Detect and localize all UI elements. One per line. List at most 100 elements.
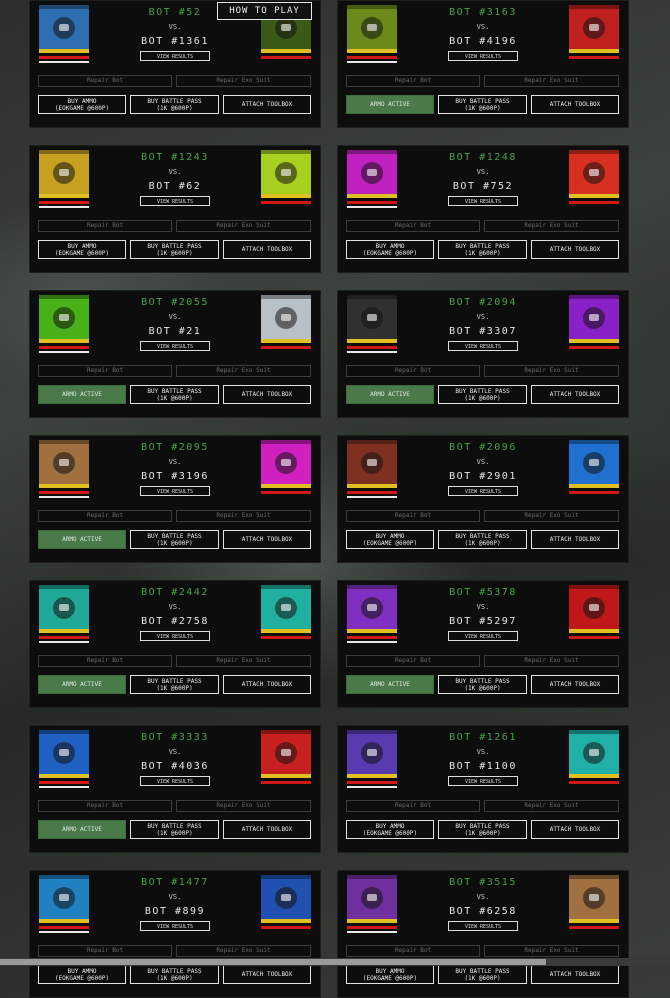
buy-ammo-button[interactable]: BUY AMMO (EOKGAME @600P) — [346, 530, 434, 549]
horizontal-scrollbar[interactable] — [0, 958, 670, 966]
player-bot-thumbnail[interactable] — [39, 730, 89, 778]
how-to-play-button[interactable]: HOW TO PLAY — [217, 2, 312, 20]
opponent-bot-thumbnail[interactable] — [569, 5, 619, 53]
armo-active-button[interactable]: ARMO ACTIVE — [38, 675, 126, 694]
buy-battle-pass-button[interactable]: BUY BATTLE PASS (1K @600P) — [438, 530, 527, 549]
attach-toolbox-button[interactable]: ATTACH TOOLBOX — [223, 820, 311, 839]
buy-battle-pass-button[interactable]: BUY BATTLE PASS (1K @600P) — [130, 95, 219, 114]
attach-toolbox-button[interactable]: ATTACH TOOLBOX — [531, 820, 619, 839]
player-bot-thumbnail[interactable] — [347, 585, 397, 633]
repair-exo-suit-button[interactable]: Repair Exo Suit — [176, 945, 311, 957]
view-results-button[interactable]: VIEW RESULTS — [448, 486, 518, 496]
repair-exo-suit-button[interactable]: Repair Exo Suit — [484, 365, 619, 377]
opponent-bot-thumbnail[interactable] — [261, 875, 311, 923]
repair-bot-button[interactable]: Repair Bot — [38, 75, 172, 87]
player-bot-thumbnail[interactable] — [347, 730, 397, 778]
player-bot-thumbnail[interactable] — [39, 150, 89, 198]
buy-ammo-button[interactable]: BUY AMMO (EOKGAME @600P) — [38, 240, 126, 259]
opponent-bot-thumbnail[interactable] — [261, 585, 311, 633]
player-bot-thumbnail[interactable] — [39, 295, 89, 343]
buy-battle-pass-button[interactable]: BUY BATTLE PASS (1K @600P) — [130, 965, 219, 984]
buy-battle-pass-button[interactable]: BUY BATTLE PASS (1K @600P) — [438, 95, 527, 114]
attach-toolbox-button[interactable]: ATTACH TOOLBOX — [531, 675, 619, 694]
armo-active-button[interactable]: ARMO ACTIVE — [38, 530, 126, 549]
buy-battle-pass-button[interactable]: BUY BATTLE PASS (1K @600P) — [438, 675, 527, 694]
player-bot-thumbnail[interactable] — [39, 585, 89, 633]
buy-battle-pass-button[interactable]: BUY BATTLE PASS (1K @600P) — [438, 385, 527, 404]
opponent-bot-thumbnail[interactable] — [569, 730, 619, 778]
repair-bot-button[interactable]: Repair Bot — [38, 220, 172, 232]
view-results-button[interactable]: VIEW RESULTS — [448, 196, 518, 206]
view-results-button[interactable]: VIEW RESULTS — [140, 631, 210, 641]
player-bot-thumbnail[interactable] — [39, 5, 89, 53]
attach-toolbox-button[interactable]: ATTACH TOOLBOX — [223, 95, 311, 114]
player-bot-thumbnail[interactable] — [347, 150, 397, 198]
repair-bot-button[interactable]: Repair Bot — [346, 75, 480, 87]
repair-bot-button[interactable]: Repair Bot — [38, 510, 172, 522]
opponent-bot-thumbnail[interactable] — [261, 730, 311, 778]
buy-ammo-button[interactable]: BUY AMMO (EOKGAME @600P) — [346, 240, 434, 259]
opponent-bot-thumbnail[interactable] — [569, 440, 619, 488]
repair-exo-suit-button[interactable]: Repair Exo Suit — [484, 945, 619, 957]
repair-bot-button[interactable]: Repair Bot — [346, 220, 480, 232]
view-results-button[interactable]: VIEW RESULTS — [140, 196, 210, 206]
view-results-button[interactable]: VIEW RESULTS — [140, 776, 210, 786]
attach-toolbox-button[interactable]: ATTACH TOOLBOX — [223, 965, 311, 984]
armo-active-button[interactable]: ARMO ACTIVE — [346, 675, 434, 694]
view-results-button[interactable]: VIEW RESULTS — [140, 921, 210, 931]
view-results-button[interactable]: VIEW RESULTS — [448, 631, 518, 641]
buy-battle-pass-button[interactable]: BUY BATTLE PASS (1K @600P) — [130, 820, 219, 839]
scrollbar-thumb[interactable] — [0, 959, 546, 965]
attach-toolbox-button[interactable]: ATTACH TOOLBOX — [223, 675, 311, 694]
repair-exo-suit-button[interactable]: Repair Exo Suit — [484, 655, 619, 667]
repair-bot-button[interactable]: Repair Bot — [38, 945, 172, 957]
buy-ammo-button[interactable]: BUY AMMO (EOKGAME @600P) — [346, 820, 434, 839]
repair-bot-button[interactable]: Repair Bot — [346, 800, 480, 812]
armo-active-button[interactable]: ARMO ACTIVE — [38, 820, 126, 839]
repair-bot-button[interactable]: Repair Bot — [38, 365, 172, 377]
attach-toolbox-button[interactable]: ATTACH TOOLBOX — [531, 95, 619, 114]
attach-toolbox-button[interactable]: ATTACH TOOLBOX — [531, 240, 619, 259]
repair-exo-suit-button[interactable]: Repair Exo Suit — [176, 800, 311, 812]
buy-battle-pass-button[interactable]: BUY BATTLE PASS (1K @600P) — [130, 385, 219, 404]
repair-exo-suit-button[interactable]: Repair Exo Suit — [484, 220, 619, 232]
attach-toolbox-button[interactable]: ATTACH TOOLBOX — [223, 530, 311, 549]
buy-battle-pass-button[interactable]: BUY BATTLE PASS (1K @600P) — [130, 240, 219, 259]
attach-toolbox-button[interactable]: ATTACH TOOLBOX — [223, 240, 311, 259]
opponent-bot-thumbnail[interactable] — [261, 150, 311, 198]
buy-battle-pass-button[interactable]: BUY BATTLE PASS (1K @600P) — [130, 675, 219, 694]
repair-exo-suit-button[interactable]: Repair Exo Suit — [176, 75, 311, 87]
repair-exo-suit-button[interactable]: Repair Exo Suit — [176, 655, 311, 667]
buy-ammo-button[interactable]: BUY AMMO (EOKGAME @600P) — [38, 95, 126, 114]
repair-exo-suit-button[interactable]: Repair Exo Suit — [484, 510, 619, 522]
attach-toolbox-button[interactable]: ATTACH TOOLBOX — [223, 385, 311, 404]
repair-bot-button[interactable]: Repair Bot — [346, 510, 480, 522]
armo-active-button[interactable]: ARMO ACTIVE — [38, 385, 126, 404]
buy-ammo-button[interactable]: BUY AMMO (EOKGAME @600P) — [346, 965, 434, 984]
player-bot-thumbnail[interactable] — [347, 295, 397, 343]
repair-exo-suit-button[interactable]: Repair Exo Suit — [484, 800, 619, 812]
repair-exo-suit-button[interactable]: Repair Exo Suit — [484, 75, 619, 87]
view-results-button[interactable]: VIEW RESULTS — [140, 51, 210, 61]
buy-battle-pass-button[interactable]: BUY BATTLE PASS (1K @600P) — [130, 530, 219, 549]
opponent-bot-thumbnail[interactable] — [569, 150, 619, 198]
repair-bot-button[interactable]: Repair Bot — [346, 365, 480, 377]
view-results-button[interactable]: VIEW RESULTS — [448, 921, 518, 931]
view-results-button[interactable]: VIEW RESULTS — [140, 486, 210, 496]
repair-bot-button[interactable]: Repair Bot — [346, 655, 480, 667]
opponent-bot-thumbnail[interactable] — [569, 585, 619, 633]
player-bot-thumbnail[interactable] — [347, 440, 397, 488]
player-bot-thumbnail[interactable] — [39, 440, 89, 488]
opponent-bot-thumbnail[interactable] — [261, 440, 311, 488]
player-bot-thumbnail[interactable] — [347, 875, 397, 923]
armo-active-button[interactable]: ARMO ACTIVE — [346, 385, 434, 404]
attach-toolbox-button[interactable]: ATTACH TOOLBOX — [531, 385, 619, 404]
repair-exo-suit-button[interactable]: Repair Exo Suit — [176, 510, 311, 522]
view-results-button[interactable]: VIEW RESULTS — [448, 341, 518, 351]
player-bot-thumbnail[interactable] — [39, 875, 89, 923]
view-results-button[interactable]: VIEW RESULTS — [140, 341, 210, 351]
repair-exo-suit-button[interactable]: Repair Exo Suit — [176, 365, 311, 377]
repair-bot-button[interactable]: Repair Bot — [38, 655, 172, 667]
buy-ammo-button[interactable]: BUY AMMO (EOKGAME @600P) — [38, 965, 126, 984]
buy-battle-pass-button[interactable]: BUY BATTLE PASS (1K @600P) — [438, 820, 527, 839]
